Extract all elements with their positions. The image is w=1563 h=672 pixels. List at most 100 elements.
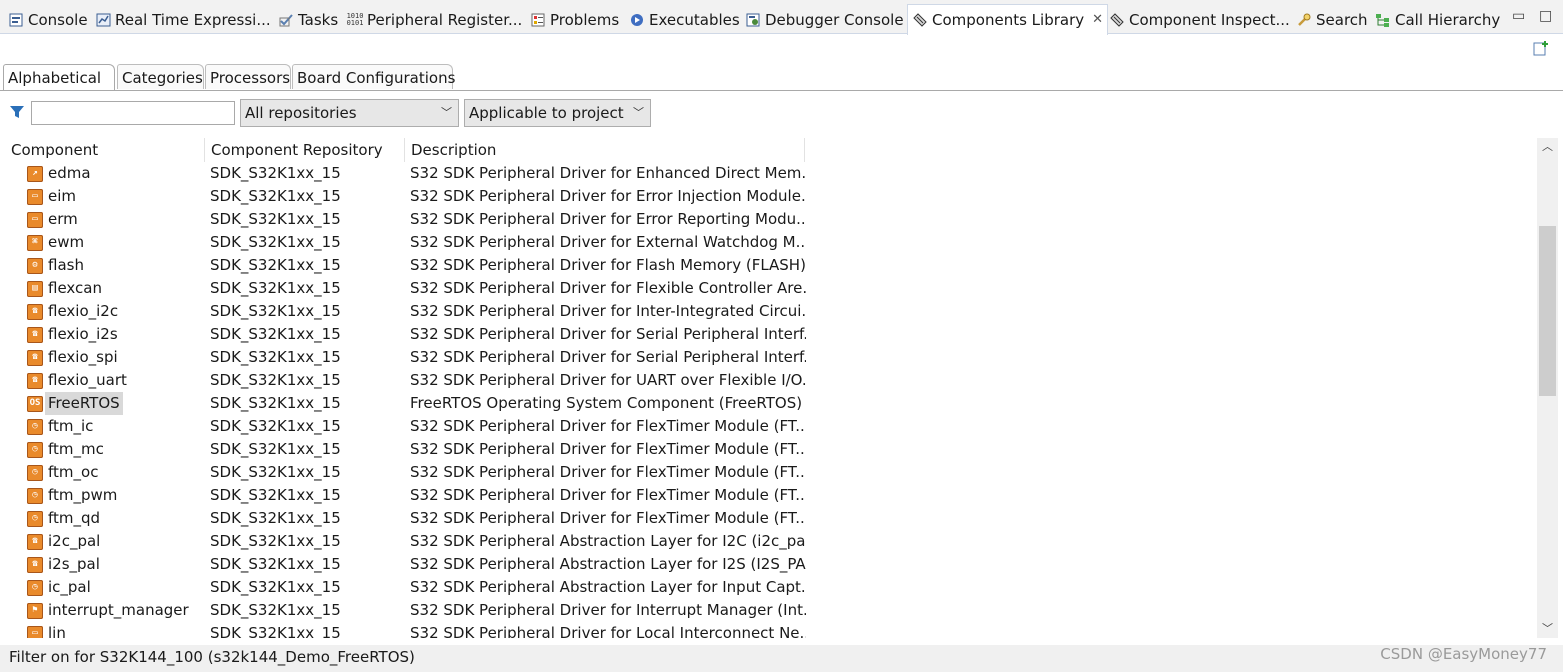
scroll-up-icon[interactable]: ︿	[1537, 138, 1558, 156]
tab-categories[interactable]: Categories	[117, 64, 204, 89]
tab-components-library[interactable]: Components Library ✕	[907, 4, 1109, 35]
table-row[interactable]: ☎ i2s_pal SDK_S32K1xx_15 S32 SDK Peripheral…	[0, 553, 1536, 576]
table-row[interactable]: ☎ flexio_i2c SDK_S32K1xx_15 S32 SDK Periphe…	[0, 300, 1536, 323]
chevron-down-icon: ﹀	[441, 106, 452, 119]
applicability-select-value: Applicable to project	[469, 104, 624, 122]
repository-cell: SDK_S32K1xx_15	[210, 532, 341, 550]
component-cell: ◷ ftm_pwm	[27, 484, 117, 507]
component-icon: ☎	[27, 303, 43, 320]
component-icon: ☎	[27, 372, 43, 389]
executables-icon	[629, 12, 645, 28]
minimize-icon[interactable]: ▭	[1512, 8, 1525, 24]
table-row[interactable]: ◷ ic_pal SDK_S32K1xx_15 S32 SDK Peripheral …	[0, 576, 1536, 599]
tab-call-hierarchy[interactable]: Call Hierarchy	[1375, 5, 1500, 34]
component-cell: ☎ flexio_i2c	[27, 300, 118, 323]
repository-cell: SDK_S32K1xx_15	[210, 394, 341, 412]
table-row[interactable]: ▭ lin SDK_S32K1xx_15 S32 SDK Peripheral Dri…	[0, 622, 1536, 638]
column-header-repository[interactable]: Component Repository	[200, 138, 404, 162]
debugger-console-icon	[745, 12, 761, 28]
tab-board-configurations[interactable]: Board Configurations	[292, 64, 456, 89]
repository-cell: SDK_S32K1xx_15	[210, 371, 341, 389]
table-row[interactable]: ⚑ interrupt_manager SDK_S32K1xx_15 S32 SDK …	[0, 599, 1536, 622]
table-row[interactable]: ▤ flexcan SDK_S32K1xx_15 S32 SDK Peripheral…	[0, 277, 1536, 300]
new-component-icon[interactable]	[1533, 40, 1549, 60]
tab-label: Problems	[550, 10, 620, 29]
tab-component-inspector[interactable]: Component Inspect...	[1109, 5, 1290, 34]
tab-search[interactable]: Search	[1296, 5, 1368, 34]
view-tab-bar: Console Real Time Expressi... Tasks 1010…	[0, 0, 1563, 35]
table-row[interactable]: ◷ ftm_qd SDK_S32K1xx_15 S32 SDK Peripheral …	[0, 507, 1536, 530]
tab-executables[interactable]: Executables	[629, 5, 740, 34]
component-name: flash	[48, 256, 84, 274]
table-row[interactable]: ▭ eim SDK_S32K1xx_15 S32 SDK Peripheral Dri…	[0, 185, 1536, 208]
component-icon: ☎	[27, 556, 43, 573]
repository-cell: SDK_S32K1xx_15	[210, 417, 341, 435]
tab-debugger-console[interactable]: Debugger Console	[745, 5, 904, 34]
expressions-icon	[95, 12, 111, 28]
component-name: erm	[48, 210, 78, 228]
repository-select[interactable]: All repositories ﹀	[240, 99, 459, 127]
component-icon: ⚙	[27, 257, 43, 274]
table-row[interactable]: ☎ flexio_spi SDK_S32K1xx_15 S32 SDK Periphe…	[0, 346, 1536, 369]
description-cell: S32 SDK Peripheral Abstraction Layer for…	[410, 555, 806, 573]
filter-input[interactable]	[31, 101, 235, 125]
table-row[interactable]: ◷ ftm_ic SDK_S32K1xx_15 S32 SDK Peripheral …	[0, 415, 1536, 438]
tab-label: Component Inspect...	[1129, 10, 1290, 29]
component-cell: ↗ edma	[27, 162, 91, 185]
repository-cell: SDK_S32K1xx_15	[210, 256, 341, 274]
component-name: i2c_pal	[48, 532, 101, 550]
column-header-component[interactable]: Component	[0, 138, 204, 162]
column-header-description[interactable]: Description	[400, 138, 804, 162]
watermark: CSDN @EasyMoney77	[1380, 645, 1547, 663]
tab-console[interactable]: Console	[8, 5, 88, 34]
table-row[interactable]: ▭ erm SDK_S32K1xx_15 S32 SDK Peripheral Dri…	[0, 208, 1536, 231]
repository-cell: SDK_S32K1xx_15	[210, 601, 341, 619]
tab-peripheral-registers[interactable]: 1010 0101 Peripheral Register...	[347, 5, 523, 34]
description-cell: S32 SDK Peripheral Abstraction Layer for…	[410, 578, 806, 596]
vertical-scrollbar[interactable]: ︿ ﹀	[1537, 138, 1558, 638]
component-icon: ◷	[27, 441, 43, 458]
table-row[interactable]: ↗ edma SDK_S32K1xx_15 S32 SDK Peripheral Dr…	[0, 162, 1536, 185]
table-row[interactable]: ◷ ftm_oc SDK_S32K1xx_15 S32 SDK Peripheral …	[0, 461, 1536, 484]
description-cell: S32 SDK Peripheral Driver for External W…	[410, 233, 806, 251]
component-cell: ▭ lin	[27, 622, 66, 638]
tab-label: Processors	[210, 69, 291, 87]
repository-cell: SDK_S32K1xx_15	[210, 578, 341, 596]
repository-cell: SDK_S32K1xx_15	[210, 463, 341, 481]
maximize-icon[interactable]: □	[1539, 8, 1552, 24]
close-icon[interactable]: ✕	[1092, 5, 1103, 35]
repository-cell: SDK_S32K1xx_15	[210, 279, 341, 297]
table-row[interactable]: ⌘ ewm SDK_S32K1xx_15 S32 SDK Peripheral Dri…	[0, 231, 1536, 254]
table-row[interactable]: ☎ i2c_pal SDK_S32K1xx_15 S32 SDK Peripheral…	[0, 530, 1536, 553]
table-row[interactable]: OS FreeRTOS SDK_S32K1xx_15 FreeRTOS Operati…	[0, 392, 1536, 415]
scroll-down-icon[interactable]: ﹀	[1537, 620, 1558, 638]
component-icon: ▭	[27, 188, 43, 205]
status-text: Filter on for S32K144_100 (s32k144_Demo_…	[9, 648, 415, 666]
description-cell: S32 SDK Peripheral Abstraction Layer for…	[410, 532, 806, 550]
component-cell: ▭ eim	[27, 185, 76, 208]
tab-alphabetical[interactable]: Alphabetical	[3, 64, 115, 90]
tab-label: Peripheral Register...	[367, 10, 523, 29]
table-row[interactable]: ⚙ flash SDK_S32K1xx_15 S32 SDK Peripheral D…	[0, 254, 1536, 277]
component-name: lin	[48, 624, 66, 638]
tab-real-time-expressions[interactable]: Real Time Expressi...	[95, 5, 271, 34]
table-row[interactable]: ☎ flexio_i2s SDK_S32K1xx_15 S32 SDK Periphe…	[0, 323, 1536, 346]
tab-label: Board Configurations	[297, 69, 456, 87]
table-row[interactable]: ◷ ftm_mc SDK_S32K1xx_15 S32 SDK Peripheral …	[0, 438, 1536, 461]
tab-label: Debugger Console	[765, 10, 904, 29]
tab-problems[interactable]: Problems	[530, 5, 619, 34]
component-name: FreeRTOS	[45, 392, 123, 415]
description-cell: S32 SDK Peripheral Driver for Local Inte…	[410, 624, 806, 638]
table-row[interactable]: ☎ flexio_uart SDK_S32K1xx_15 S32 SDK Periph…	[0, 369, 1536, 392]
component-name: interrupt_manager	[48, 601, 189, 619]
table-row[interactable]: ◷ ftm_pwm SDK_S32K1xx_15 S32 SDK Peripheral…	[0, 484, 1536, 507]
description-cell: FreeRTOS Operating System Component (Fre…	[410, 394, 803, 412]
tab-tasks[interactable]: Tasks	[278, 5, 338, 34]
column-divider[interactable]	[804, 138, 805, 162]
applicability-select[interactable]: Applicable to project ﹀	[464, 99, 651, 127]
component-icon: ◷	[27, 579, 43, 596]
component-name: edma	[48, 164, 91, 182]
description-cell: S32 SDK Peripheral Driver for Inter-Inte…	[410, 302, 806, 320]
tab-processors[interactable]: Processors	[205, 64, 291, 89]
scrollbar-thumb[interactable]	[1539, 226, 1556, 396]
